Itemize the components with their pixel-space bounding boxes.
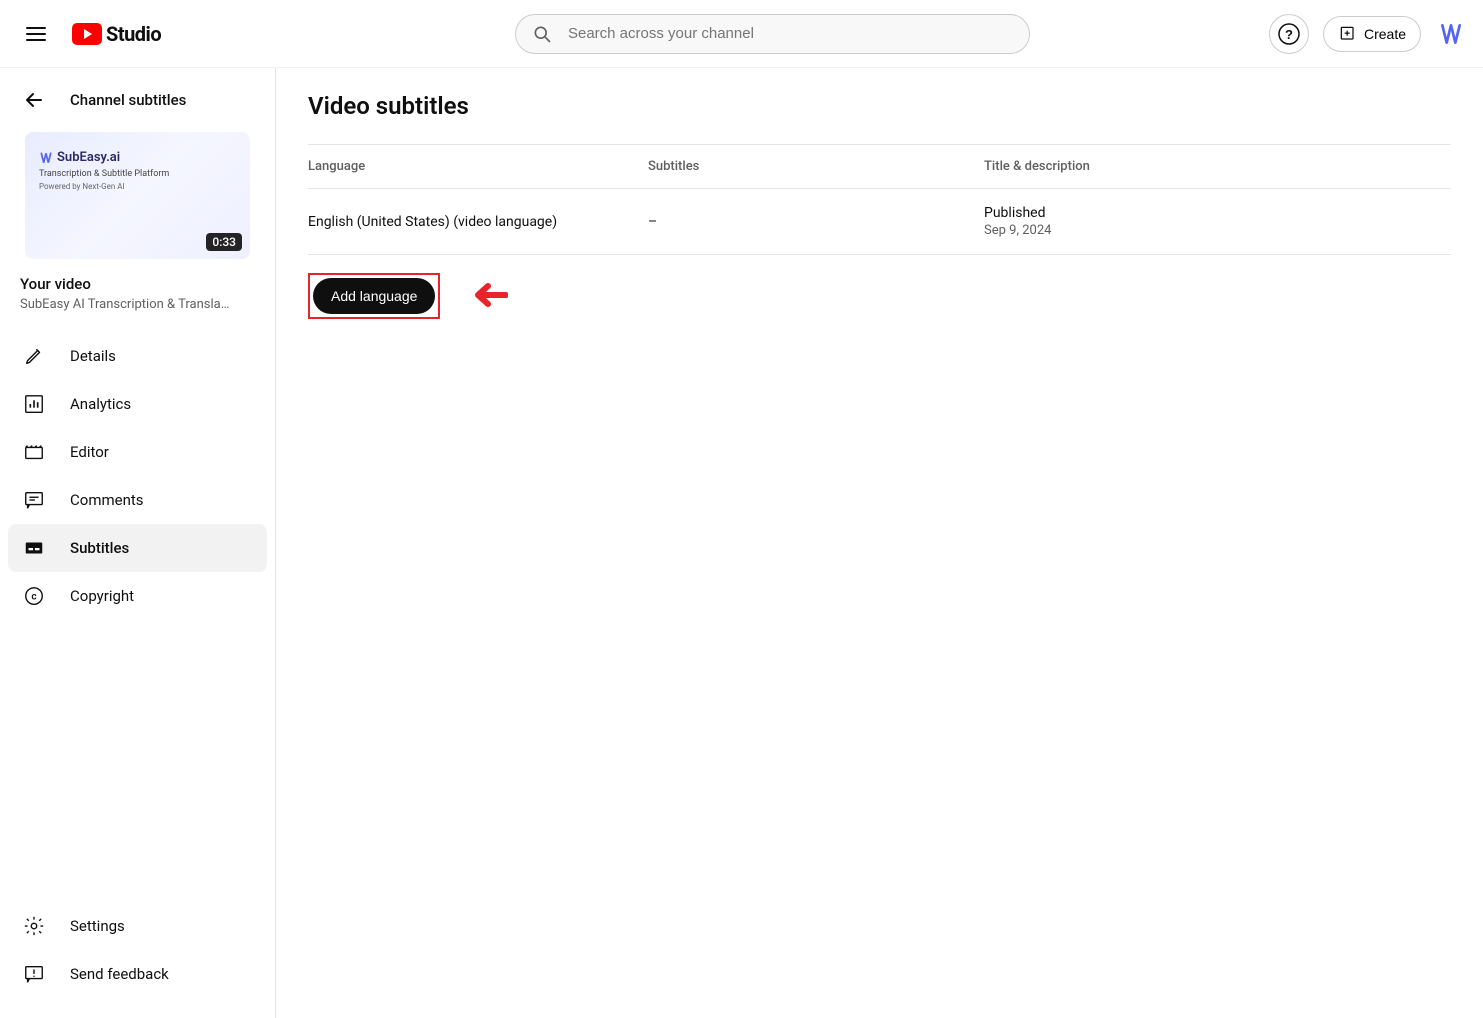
your-video-label: Your video (20, 275, 255, 293)
thumbnail-content: SubEasy.ai Transcription & Subtitle Plat… (25, 132, 250, 209)
sidebar-item-label: Copyright (70, 587, 134, 605)
gear-icon (22, 914, 46, 938)
sidebar-bottom: Settings Send feedback (8, 902, 267, 998)
search-container (276, 14, 1269, 54)
header-right: ? Create (1269, 14, 1467, 54)
subtitles-icon (22, 536, 46, 560)
comments-icon (22, 488, 46, 512)
brand-mark-icon (39, 151, 53, 165)
back-to-channel-subtitles[interactable]: Channel subtitles (8, 88, 267, 132)
sidebar-item-label: Settings (70, 917, 125, 935)
hamburger-menu-button[interactable] (16, 14, 56, 54)
header: Studio ? Create (0, 0, 1483, 68)
sidebar-item-label: Details (70, 347, 116, 365)
svg-text:?: ? (1285, 27, 1293, 42)
help-icon: ? (1277, 22, 1301, 46)
sidebar-item-settings[interactable]: Settings (8, 902, 267, 950)
sidebar-item-copyright[interactable]: c Copyright (8, 572, 267, 620)
video-thumbnail[interactable]: SubEasy.ai Transcription & Subtitle Plat… (25, 132, 250, 259)
status-date: Sep 9, 2024 (984, 223, 1451, 238)
video-title-text: SubEasy AI Transcription & Translati… (20, 297, 230, 312)
add-language-button[interactable]: Add language (313, 278, 435, 314)
avatar[interactable] (1435, 18, 1467, 50)
sidebar-item-label: Subtitles (70, 539, 129, 557)
status-text: Published (984, 205, 1451, 221)
sidebar-item-label: Editor (70, 443, 109, 461)
youtube-icon (72, 23, 102, 45)
create-label: Create (1364, 26, 1406, 42)
hamburger-icon (24, 22, 48, 46)
search-input[interactable] (568, 25, 1013, 42)
sidebar-item-details[interactable]: Details (8, 332, 267, 380)
table-row[interactable]: English (United States) (video language)… (308, 189, 1451, 255)
sidebar-item-comments[interactable]: Comments (8, 476, 267, 524)
svg-text:c: c (31, 592, 36, 603)
cell-language: English (United States) (video language) (308, 214, 648, 230)
copyright-icon: c (22, 584, 46, 608)
sidebar-item-label: Analytics (70, 395, 131, 413)
add-language-container: Add language (308, 273, 440, 319)
column-header-title-description[interactable]: Title & description (984, 159, 1451, 174)
table-header: Language Subtitles Title & description (308, 144, 1451, 189)
annotation-highlight-box: Add language (308, 273, 440, 319)
annotation-arrow-left-icon (468, 281, 508, 309)
help-button[interactable]: ? (1269, 14, 1309, 54)
sidebar-item-label: Comments (70, 491, 144, 509)
brand-avatar-icon (1438, 21, 1464, 47)
pencil-icon (22, 344, 46, 368)
create-icon (1338, 24, 1358, 44)
thumbnail-subtitle: Transcription & Subtitle Platform (39, 169, 236, 179)
create-button[interactable]: Create (1323, 16, 1421, 52)
header-left: Studio (16, 14, 276, 54)
sidebar-item-send-feedback[interactable]: Send feedback (8, 950, 267, 998)
nav-list: Details Analytics Editor Comments Subtit… (8, 320, 267, 902)
video-thumbnail-wrap: SubEasy.ai Transcription & Subtitle Plat… (8, 132, 267, 259)
search-box[interactable] (515, 14, 1030, 54)
cell-subtitles: – (648, 214, 984, 230)
back-title: Channel subtitles (70, 91, 186, 109)
feedback-icon (22, 962, 46, 986)
column-header-subtitles[interactable]: Subtitles (648, 159, 984, 174)
thumbnail-powered: Powered by Next-Gen AI (39, 182, 236, 191)
logo-text: Studio (106, 22, 161, 46)
arrow-left-icon (22, 88, 46, 112)
cell-title-description: Published Sep 9, 2024 (984, 205, 1451, 238)
editor-icon (22, 440, 46, 464)
sidebar: Channel subtitles SubEasy.ai Transcripti… (0, 68, 276, 1018)
main-content: Video subtitles Language Subtitles Title… (276, 68, 1483, 1018)
sidebar-item-label: Send feedback (70, 965, 169, 983)
sidebar-item-analytics[interactable]: Analytics (8, 380, 267, 428)
search-icon (532, 24, 552, 44)
thumbnail-brand: SubEasy.ai (39, 150, 236, 165)
sidebar-item-subtitles[interactable]: Subtitles (8, 524, 267, 572)
sidebar-item-editor[interactable]: Editor (8, 428, 267, 476)
page-title: Video subtitles (308, 92, 1451, 120)
column-header-language[interactable]: Language (308, 159, 648, 174)
your-video-section: Your video SubEasy AI Transcription & Tr… (8, 259, 267, 320)
thumbnail-duration: 0:33 (206, 233, 242, 251)
logo[interactable]: Studio (72, 22, 161, 46)
analytics-icon (22, 392, 46, 416)
body: Channel subtitles SubEasy.ai Transcripti… (0, 68, 1483, 1018)
